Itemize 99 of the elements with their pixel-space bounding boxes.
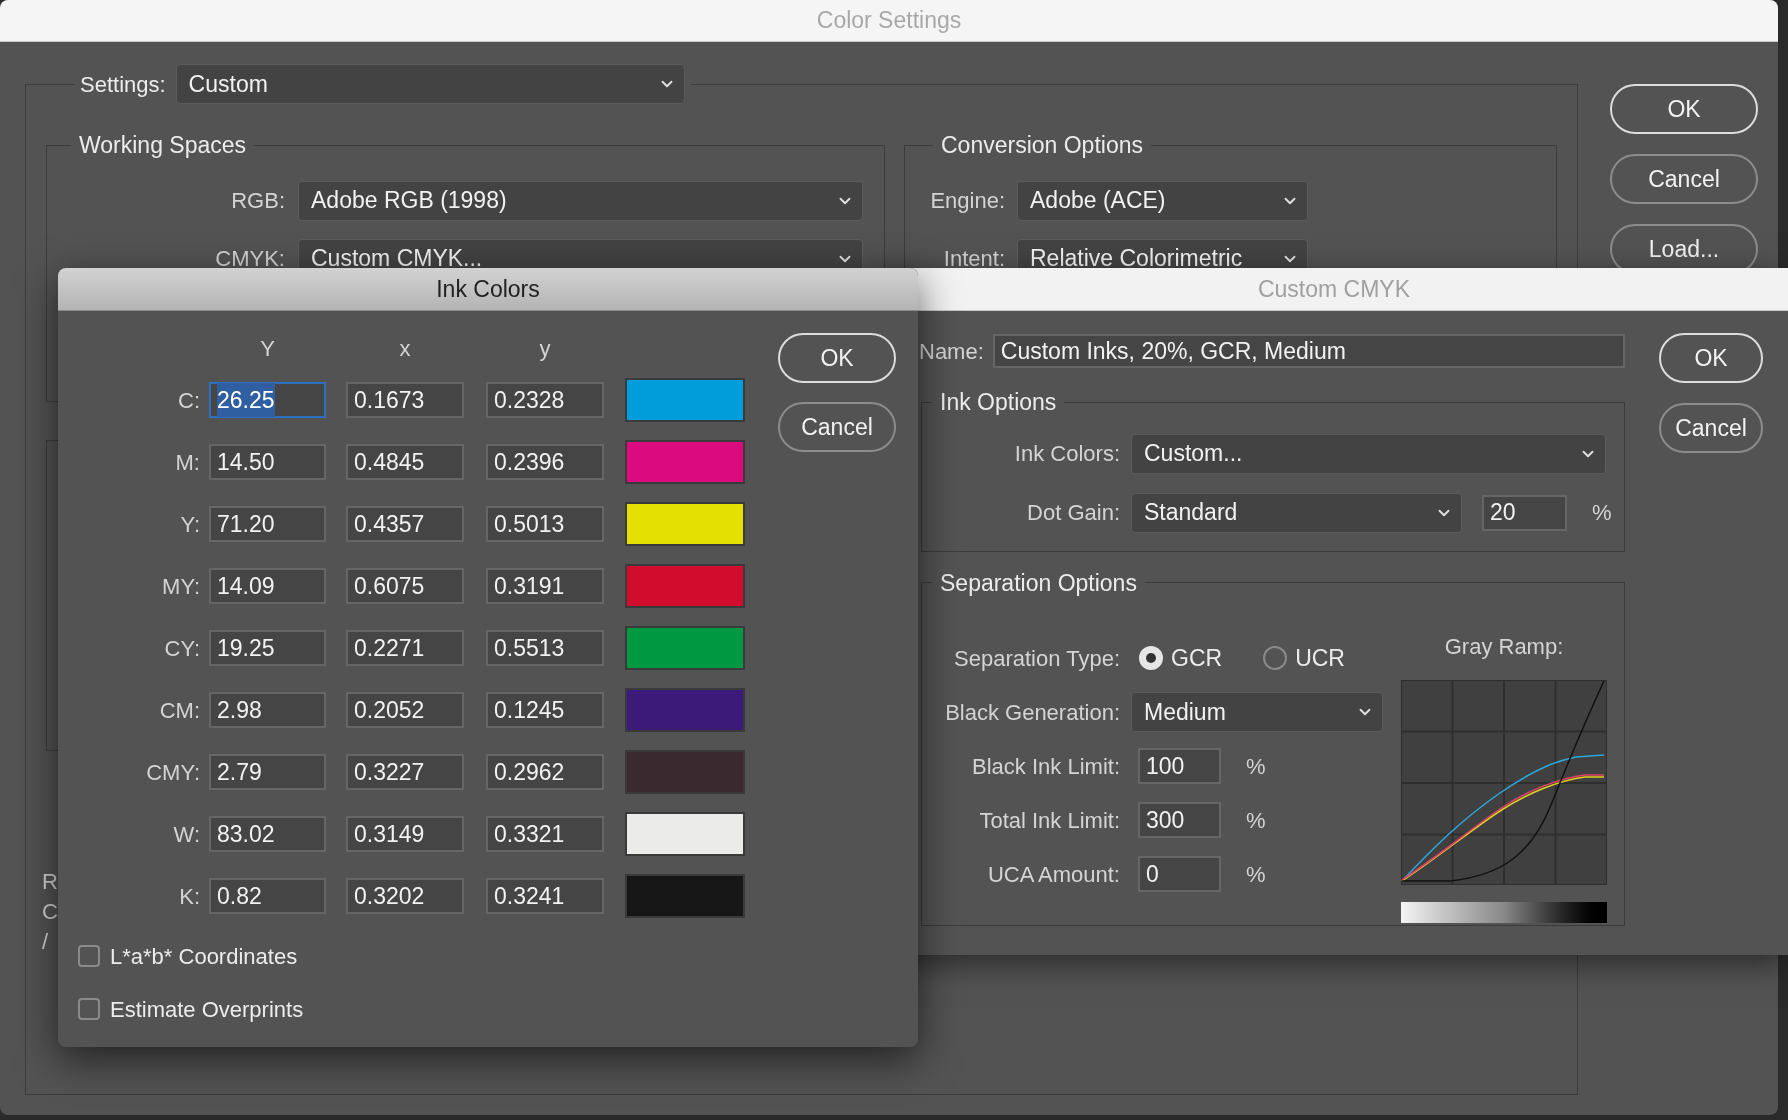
number-field[interactable]: 2.98 (209, 692, 326, 728)
number-field[interactable]: 83.02 (209, 816, 326, 852)
column-header: x (398, 334, 412, 363)
number-field[interactable]: 0 (1138, 856, 1221, 892)
number-field[interactable]: 0.3241 (486, 878, 604, 914)
number-field[interactable]: 300 (1138, 802, 1221, 838)
dropdown[interactable]: Custom (175, 64, 685, 104)
number-field[interactable]: 19.25 (209, 630, 326, 666)
number-field[interactable]: 0.4357 (346, 506, 464, 542)
field-label: W: (172, 820, 200, 849)
color-swatch[interactable] (625, 378, 745, 422)
field-label: CMY: (145, 758, 200, 787)
radio-label: GCR (1171, 643, 1223, 673)
cancel-button[interactable]: Cancel (1610, 154, 1758, 204)
ok-button[interactable]: OK (1610, 84, 1758, 134)
number-field[interactable]: 100 (1138, 748, 1221, 784)
number-field[interactable]: 71.20 (209, 506, 326, 542)
number-field[interactable]: 14.09 (209, 568, 326, 604)
field-label: K: (178, 882, 200, 911)
checkbox-label: Estimate Overprints (110, 995, 304, 1024)
field-label: C: (177, 386, 200, 415)
group-title: Working Spaces (78, 132, 248, 158)
field-label: UCA Amount: (986, 860, 1120, 889)
color-swatch[interactable] (625, 750, 745, 794)
field-label: Black Ink Limit: (971, 752, 1120, 781)
group-title: Conversion Options (940, 132, 1144, 158)
field-label: CM: (158, 696, 200, 725)
checkbox-label: L*a*b* Coordinates (110, 942, 298, 971)
partial-text: C (42, 898, 58, 926)
group-title: Ink Options (939, 389, 1058, 415)
field-label: Name: (919, 337, 984, 366)
number-field[interactable]: 0.82 (209, 878, 326, 914)
radio-button[interactable] (1139, 646, 1163, 670)
partial-text: R (42, 868, 58, 896)
checkbox[interactable] (78, 945, 100, 967)
cancel-button[interactable]: Cancel (778, 402, 896, 452)
number-field[interactable]: 0.2396 (486, 444, 604, 480)
number-field[interactable]: 20 (1482, 494, 1567, 531)
field-label: RGB: (230, 187, 285, 215)
color-swatch[interactable] (625, 626, 745, 670)
field-label: CMYK: (214, 245, 285, 273)
number-field[interactable]: 0.1245 (486, 692, 604, 728)
number-field[interactable]: 0.2052 (346, 692, 464, 728)
field-label: Intent: (942, 245, 1005, 273)
group-title: Separation Options (939, 569, 1138, 596)
color-swatch[interactable] (625, 688, 745, 732)
field-label: Settings: (80, 70, 166, 99)
number-field[interactable]: 2.79 (209, 754, 326, 790)
checkbox[interactable] (78, 998, 100, 1020)
color-swatch[interactable] (625, 564, 745, 608)
dropdown[interactable]: Medium (1131, 692, 1383, 732)
window-title: Color Settings (816, 6, 962, 36)
ok-button[interactable]: OK (1659, 333, 1763, 383)
number-field[interactable]: 0.5513 (486, 630, 604, 666)
radio-label: UCR (1295, 643, 1345, 673)
color-swatch[interactable] (625, 502, 745, 546)
number-field[interactable]: 0.1673 (346, 382, 464, 418)
number-field[interactable]: 0.2271 (346, 630, 464, 666)
field-label: Total Ink Limit: (978, 806, 1120, 835)
unit-label: % (1592, 499, 1612, 527)
number-field[interactable]: 0.6075 (346, 568, 464, 604)
number-field[interactable]: 0.3202 (346, 878, 464, 914)
field-label: Engine: (929, 187, 1005, 215)
number-field[interactable]: 14.50 (209, 444, 326, 480)
name-field[interactable]: Custom Inks, 20%, GCR, Medium (992, 334, 1625, 368)
field-label: MY: (161, 572, 200, 601)
field-label: Dot Gain: (1026, 499, 1120, 527)
dropdown[interactable]: Custom... (1131, 433, 1606, 474)
field-label: CY: (163, 634, 200, 663)
unit-label: % (1246, 806, 1266, 835)
number-field[interactable]: 0.2962 (486, 754, 604, 790)
curve-title: Gray Ramp: (1444, 633, 1564, 661)
number-field[interactable]: 26.25 (209, 382, 326, 418)
dropdown[interactable]: Adobe RGB (1998) (298, 180, 863, 221)
ok-button[interactable]: OK (778, 333, 896, 383)
unit-label: % (1246, 752, 1266, 781)
color-swatch[interactable] (625, 874, 745, 918)
partial-text: / (42, 928, 49, 956)
radio-button[interactable] (1263, 646, 1288, 670)
column-header: y (538, 334, 552, 363)
field-label: Separation Type: (953, 644, 1120, 673)
unit-label: % (1246, 860, 1266, 889)
number-field[interactable]: 0.3227 (346, 754, 464, 790)
field-label: Y: (179, 510, 200, 539)
color-swatch[interactable] (625, 440, 745, 484)
cancel-button[interactable]: Cancel (1659, 403, 1763, 453)
number-field[interactable]: 0.5013 (486, 506, 604, 542)
column-header: Y (259, 334, 276, 363)
field-label: Ink Colors: (1013, 440, 1120, 468)
color-swatch[interactable] (625, 812, 745, 856)
dropdown[interactable]: Standard (1131, 492, 1462, 533)
field-label: Black Generation: (944, 698, 1120, 727)
field-label: M: (174, 448, 200, 477)
number-field[interactable]: 0.2328 (486, 382, 604, 418)
number-field[interactable]: 0.4845 (346, 444, 464, 480)
number-field[interactable]: 0.3191 (486, 568, 604, 604)
number-field[interactable]: 0.3321 (486, 816, 604, 852)
number-field[interactable]: 0.3149 (346, 816, 464, 852)
dropdown[interactable]: Adobe (ACE) (1017, 180, 1308, 221)
